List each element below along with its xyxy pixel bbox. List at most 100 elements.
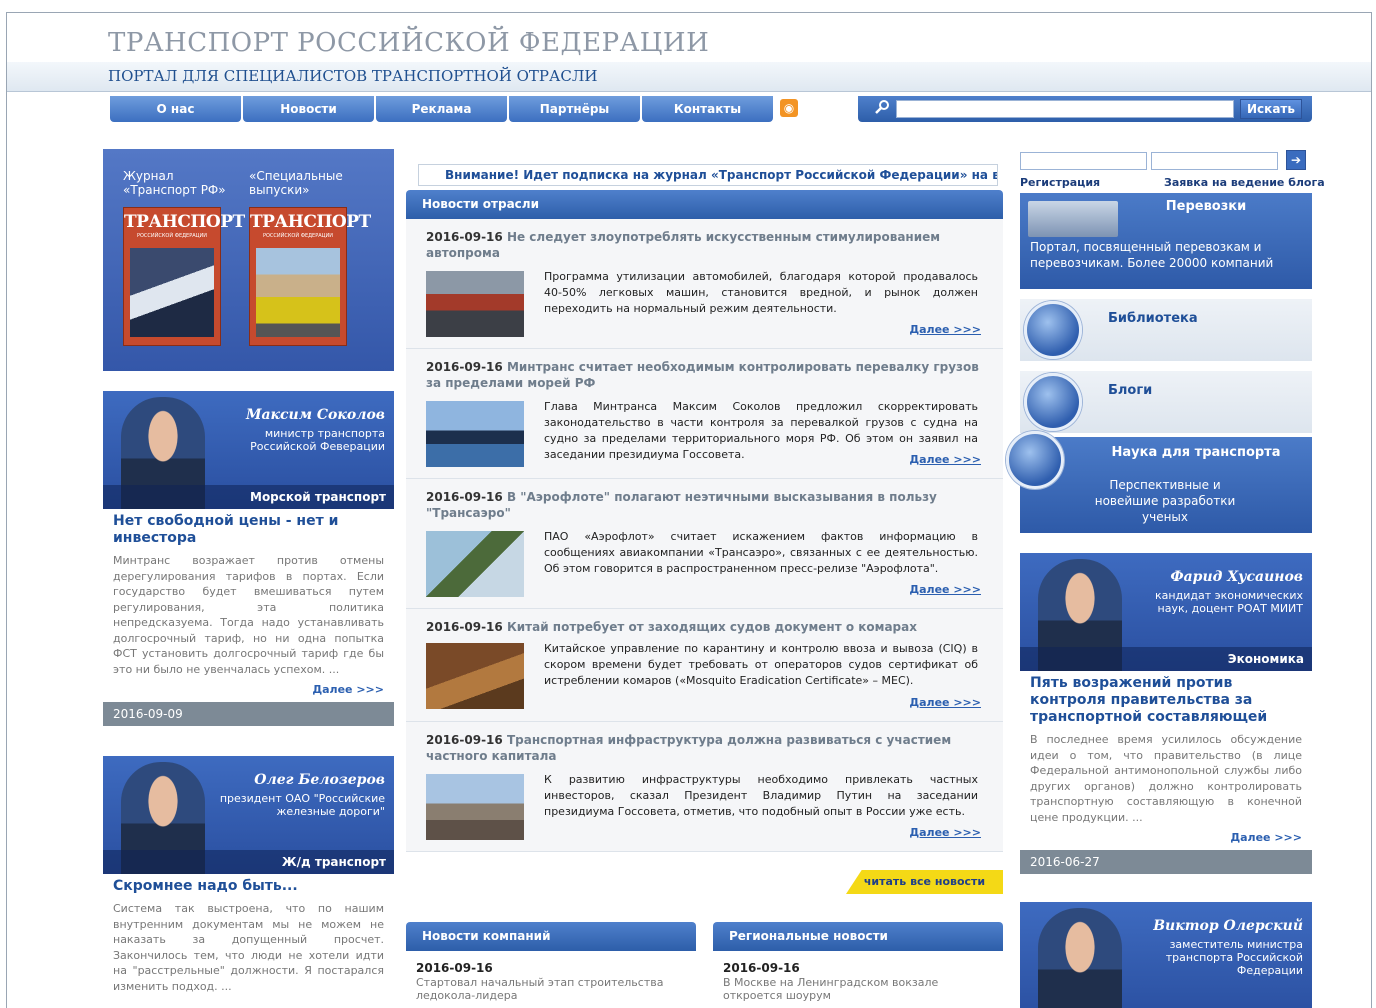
more-link[interactable]: Далее >>> <box>113 683 384 696</box>
atom-icon <box>1006 431 1064 489</box>
password-field[interactable] <box>1151 152 1278 170</box>
rubric-label[interactable]: Морской транспорт <box>103 485 394 509</box>
nav-about[interactable]: О нас <box>110 96 241 122</box>
cover-title: ТРАНСПОРТ <box>250 212 371 232</box>
nav-news[interactable]: Новости <box>243 96 374 122</box>
science-text: Перспективные и новейшие разработки учен… <box>1094 478 1236 524</box>
more-link[interactable]: Далее >>> <box>909 453 981 466</box>
news-thumb-plane[interactable] <box>426 531 524 597</box>
person-card-belozerov[interactable]: Олег Белозеров президент ОАО "Российские… <box>103 756 394 874</box>
blogs-block[interactable]: Блоги <box>1020 371 1312 433</box>
more-link[interactable]: Далее >>> <box>1030 831 1302 844</box>
news-text: Китайское управление по карантину и конт… <box>544 642 978 687</box>
journal-caption-main[interactable]: Журнал «Транспорт РФ» <box>123 169 226 197</box>
news-date: 2016-09-16 <box>426 620 503 634</box>
news-thumb-rails[interactable] <box>426 774 524 840</box>
card-date: 2016-09-09 <box>103 702 394 726</box>
news-item: 2016-09-16 В "Аэрофлоте" полагают неэтич… <box>406 479 1003 609</box>
news-date: 2016-09-16 <box>426 360 503 374</box>
cover-art-plane <box>130 248 214 337</box>
news-text: Программа утилизации автомобилей, благод… <box>544 270 978 315</box>
news-title[interactable]: 2016-09-16 Китай потребует от заходящих … <box>426 619 981 635</box>
regional-news-text[interactable]: В Москве на Ленинградском вокзале открое… <box>723 976 993 1002</box>
avatar <box>1038 908 1122 1008</box>
rss-icon[interactable]: ◉ <box>780 99 798 117</box>
transport-text: Портал, посвященный перевозкам и перевоз… <box>1030 240 1274 270</box>
nav-partners[interactable]: Партнёры <box>509 96 640 122</box>
journal-caption-special[interactable]: «Специальные выпуски» <box>249 169 343 197</box>
login-field[interactable] <box>1020 152 1147 170</box>
person-card-sokolov[interactable]: Максим Соколов министр транспорта Россий… <box>103 391 394 509</box>
card-headline[interactable]: Пять возражений против контроля правител… <box>1030 675 1302 726</box>
site-title[interactable]: ТРАНСПОРТ РОССИЙСКОЙ ФЕДЕРАЦИИ <box>108 28 709 58</box>
library-block[interactable]: Библиотека <box>1020 299 1312 361</box>
science-title: Наука для транспорта <box>1111 445 1281 460</box>
card-text: Система так выстроена, что по нашим внут… <box>113 902 384 993</box>
news-item: 2016-09-16 Транспортная инфраструктура д… <box>406 722 1003 852</box>
news-section-header[interactable]: Новости отрасли <box>406 190 1003 219</box>
library-label: Библиотека <box>1108 311 1198 326</box>
news-text: ПАО «Аэрофлот» считает искажением фактов… <box>544 530 978 575</box>
card-text: Минтранс возражает против отмены дерегул… <box>113 554 384 676</box>
left-column: Журнал «Транспорт РФ» «Специальные выпус… <box>103 149 394 994</box>
rubric-label[interactable]: Ж/д транспорт <box>103 850 394 874</box>
blogs-label: Блоги <box>1108 383 1153 398</box>
news-thumb-ships[interactable] <box>426 401 524 467</box>
right-column: ➔ Регистрация Заявка на ведение блога Пе… <box>1006 150 1325 1008</box>
news-item: 2016-09-16 Не следует злоупотреблять иск… <box>406 219 1003 349</box>
nav-ads[interactable]: Реклама <box>376 96 507 122</box>
news-title[interactable]: 2016-09-16 Транспортная инфраструктура д… <box>426 732 981 764</box>
cover-subtitle: РОССИЙСКОЙ ФЕДЕРАЦИИ <box>262 233 334 239</box>
journal-cover-main[interactable]: ТРАНСПОРТ РОССИЙСКОЙ ФЕДЕРАЦИИ <box>123 207 245 346</box>
news-item: 2016-09-16 Минтранс считает необходимым … <box>406 349 1003 479</box>
person-name: Олег Белозеров <box>254 772 385 788</box>
cover-title: ТРАНСПОРТ <box>124 212 245 232</box>
read-all-news-button[interactable]: читать все новости <box>846 870 1003 894</box>
journal-cover-special[interactable]: ТРАНСПОРТ РОССИЙСКОЙ ФЕДЕРАЦИИ <box>249 207 371 346</box>
card-headline[interactable]: Скромнее надо быть... <box>113 878 384 895</box>
main-nav: О нас Новости Реклама Партнёры Контакты <box>110 96 773 122</box>
more-link[interactable]: Далее >>> <box>909 583 981 596</box>
news-date: 2016-09-16 <box>426 733 503 747</box>
company-news-text[interactable]: Стартовал начальный этап строительства л… <box>416 976 686 1002</box>
search-button[interactable]: Искать <box>1240 99 1302 119</box>
person-role: президент ОАО "Российские железные дорог… <box>219 792 385 818</box>
rubric-label[interactable]: Экономика <box>1020 647 1312 671</box>
subscription-notice[interactable]: Внимание! Идет подписка на журнал «Транс… <box>418 164 998 186</box>
transport-title: Перевозки <box>1165 199 1247 214</box>
news-text: К развитию инфраструктуры необходимо при… <box>544 773 978 818</box>
journals-block: Журнал «Транспорт РФ» «Специальные выпус… <box>103 149 394 371</box>
transport-block[interactable]: Перевозки Портал, посвященный перевозкам… <box>1020 193 1312 289</box>
more-link[interactable]: Далее >>> <box>909 696 981 709</box>
news-title[interactable]: 2016-09-16 Минтранс считает необходимым … <box>426 359 981 391</box>
regional-news-header[interactable]: Региональные новости <box>713 922 1003 951</box>
person-name: Виктор Олерский <box>1153 918 1303 934</box>
company-news-header[interactable]: Новости компаний <box>406 922 696 951</box>
login-row: ➔ Регистрация Заявка на ведение блога <box>1020 150 1325 190</box>
search-input[interactable] <box>896 100 1234 118</box>
person-card-olersky[interactable]: Виктор Олерский заместитель министра тра… <box>1020 902 1312 1008</box>
login-arrow-icon[interactable]: ➔ <box>1286 150 1306 170</box>
more-link[interactable]: Далее >>> <box>909 323 981 336</box>
card-headline[interactable]: Нет свободной цены - нет и инвестора <box>113 513 384 547</box>
nav-contacts[interactable]: Контакты <box>642 96 773 122</box>
register-link[interactable]: Регистрация <box>1020 176 1100 189</box>
card-text: В последнее время усилилось обсуждение и… <box>1030 733 1302 824</box>
more-link[interactable]: Далее >>> <box>909 826 981 839</box>
news-title-text: Не следует злоупотреблять искусственным … <box>426 230 941 260</box>
regional-news: Региональные новости 2016-09-16 В Москве… <box>713 922 1003 1003</box>
news-thumb-cars[interactable] <box>426 271 524 337</box>
news-title[interactable]: 2016-09-16 Не следует злоупотреблять иск… <box>426 229 981 261</box>
person-name: Максим Соколов <box>245 407 385 423</box>
company-news: Новости компаний 2016-09-16 Стартовал на… <box>406 922 696 1003</box>
science-block[interactable]: Наука для транспорта Перспективные и нов… <box>1006 431 1312 533</box>
person-card-khusainov[interactable]: Фарид Хусаинов кандидат экономических на… <box>1020 553 1312 671</box>
blog-request-link[interactable]: Заявка на ведение блога <box>1164 176 1325 189</box>
book-icon <box>1024 301 1082 359</box>
news-title[interactable]: 2016-09-16 В "Аэрофлоте" полагают неэтич… <box>426 489 981 521</box>
industry-news: Новости отрасли 2016-09-16 Не следует зл… <box>406 190 1003 852</box>
news-thumb-mosquito[interactable] <box>426 643 524 709</box>
person-role: заместитель министра транспорта Российск… <box>1165 938 1303 977</box>
person-name: Фарид Хусаинов <box>1170 569 1303 585</box>
news-title-text: Транспортная инфраструктура должна разви… <box>426 733 952 763</box>
